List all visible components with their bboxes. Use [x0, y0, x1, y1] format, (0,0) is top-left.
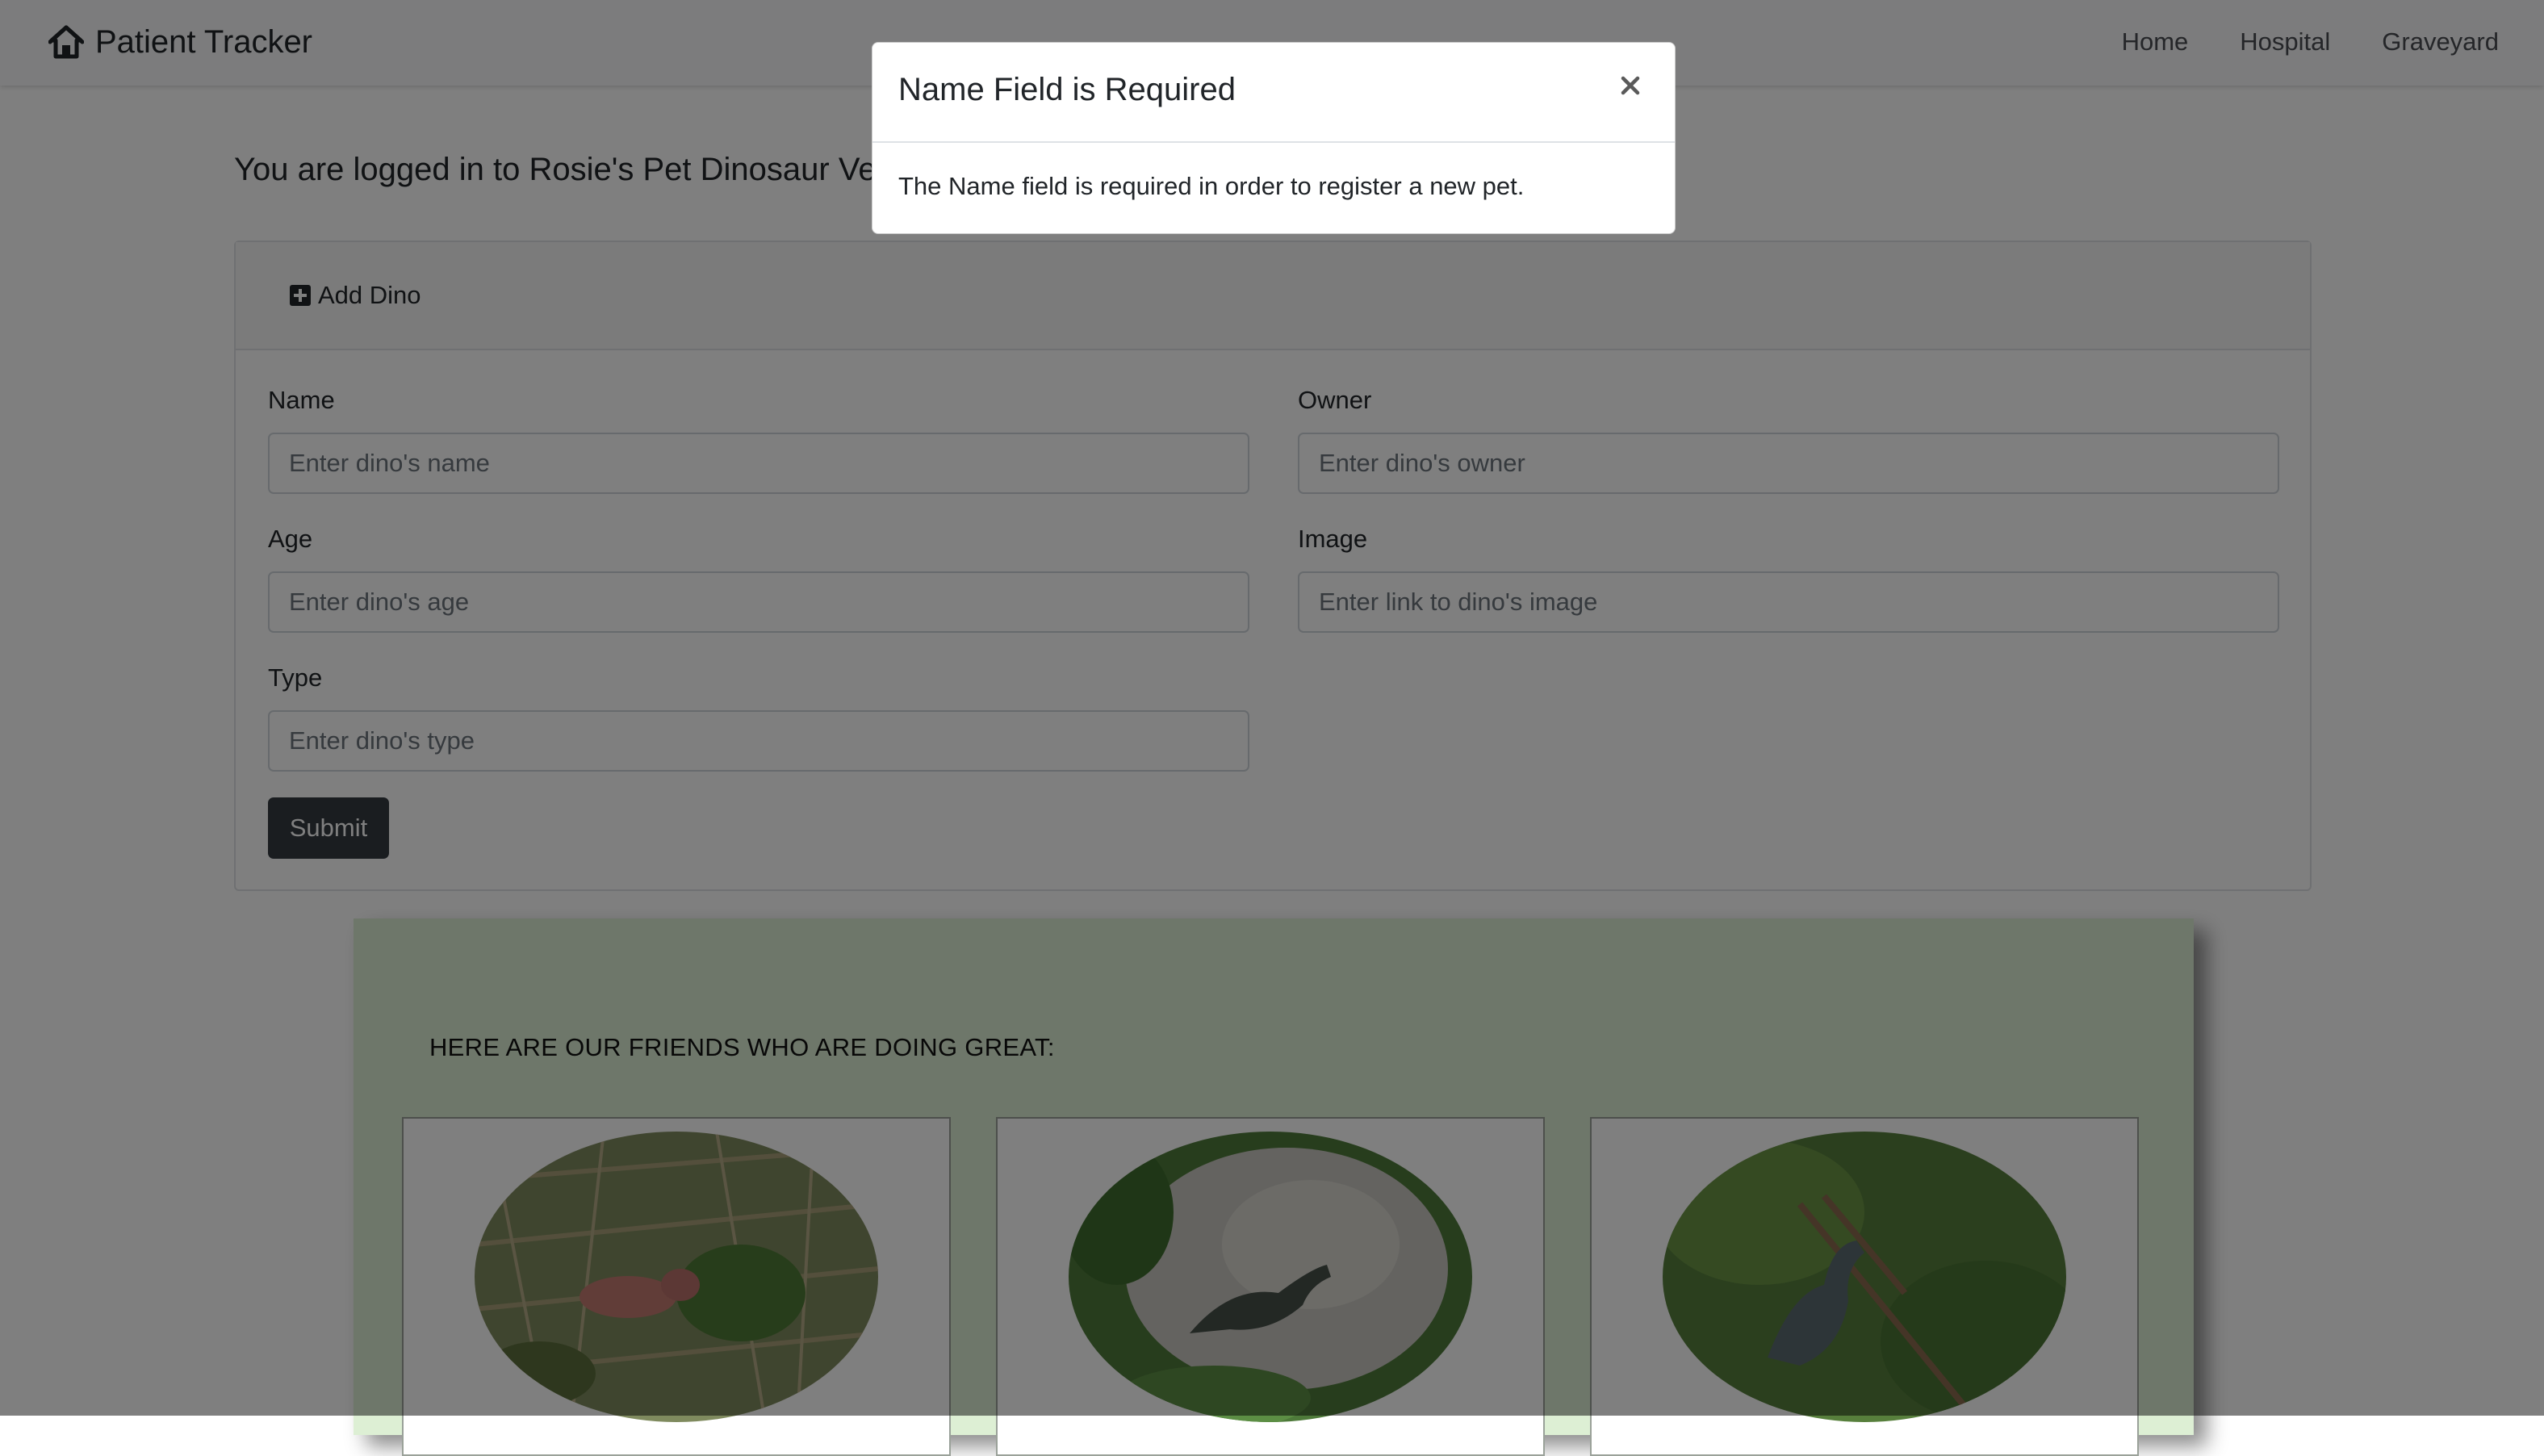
modal-header: Name Field is Required	[872, 43, 1675, 143]
modal-title: Name Field is Required	[898, 72, 1236, 107]
modal-body: The Name field is required in order to r…	[898, 172, 1525, 200]
name-required-modal: Name Field is Required The Name field is…	[872, 42, 1676, 234]
close-icon[interactable]	[1610, 65, 1651, 106]
